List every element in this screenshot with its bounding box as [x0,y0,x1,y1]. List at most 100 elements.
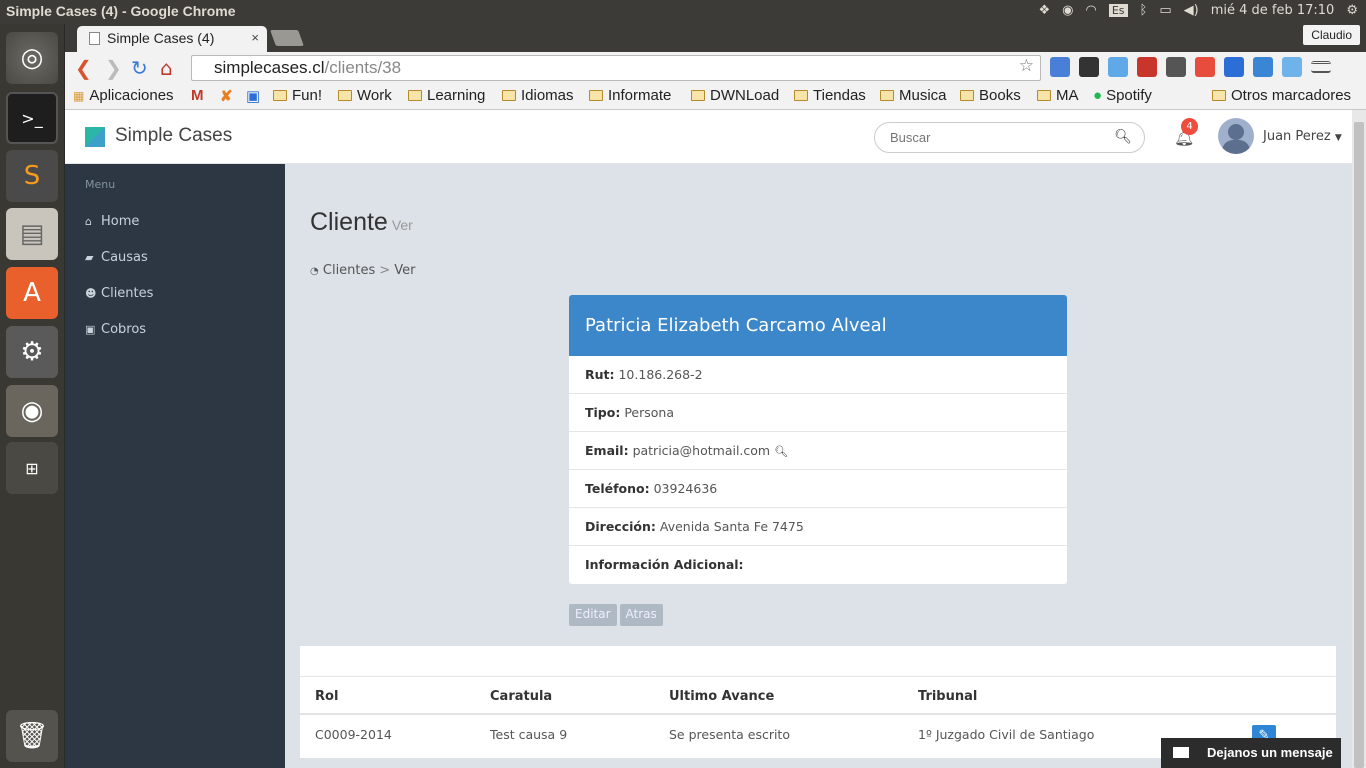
sidebar-item-clientes[interactable]: ☻ Clientes [85,286,153,301]
field-tipo: Tipo: Persona [569,394,1067,432]
t-extension-icon[interactable] [1137,57,1157,77]
bookmark-apps[interactable]: ▦ Aplicaciones [73,87,174,104]
folder-icon [589,90,603,101]
chat-widget[interactable]: Dejanos un mensaje [1161,738,1341,768]
col-ultimo-avance: Ultimo Avance [669,689,775,704]
cloud-extension-icon[interactable] [1282,57,1302,77]
field-direccion: Dirección: Avenida Santa Fe 7475 [569,508,1067,546]
new-tab-button[interactable] [270,30,304,46]
battery-icon[interactable]: ▭ [1159,3,1171,18]
address-bar[interactable]: simplecases.cl/clients/38 ☆ [191,55,1041,81]
cell-tribunal: 1º Juzgado Civil de Santiago [918,727,1095,742]
brand-logo-icon[interactable] [85,127,105,147]
web-page: Simple Cases 🔍︎ 🔔︎ 4 Juan Perez ▼ Menu ⌂… [65,110,1352,768]
breadcrumb-clientes[interactable]: Clientes [323,263,375,278]
volume-icon[interactable]: ◀) [1184,3,1199,18]
back-button[interactable]: Atras [619,604,663,626]
file-manager-icon[interactable]: ▤ [6,208,58,260]
briefcase-icon: ▰ [85,251,94,264]
col-caratula: Caratula [490,689,553,704]
edit-button[interactable]: Editar [569,604,617,626]
drop-extension-icon[interactable] [1253,57,1273,77]
browser-tab[interactable]: Simple Cases (4) × [77,26,267,52]
bookmark-other[interactable]: Otros marcadores [1212,87,1351,104]
scrollbar-thumb[interactable] [1354,122,1364,768]
chrome-launcher-icon[interactable]: ◉ [6,385,58,437]
clock[interactable]: mié 4 de feb 17:10 [1211,3,1335,18]
trash-icon[interactable]: 🗑 [6,710,58,762]
system-settings-icon[interactable]: ⚙ [6,326,58,378]
bluetooth-icon[interactable]: ᛒ [1140,3,1148,18]
search-icon[interactable]: 🔍︎ [1114,129,1132,145]
workspace-switcher-icon[interactable]: ⊞ [6,442,58,494]
search-input[interactable] [890,130,1110,145]
bookmark-tiendas[interactable]: Tiendas [794,87,866,104]
brand-name[interactable]: Simple Cases [115,125,232,147]
url-host: simplecases.cl [214,58,325,77]
wifi-icon[interactable]: ◠ [1086,3,1097,18]
field-telefono: Teléfono: 03924636 [569,470,1067,508]
dashboard-icon: ◔ [310,266,319,277]
bookmark-ma[interactable]: MA [1037,87,1079,104]
sidebar-item-causas[interactable]: ▰ Causas [85,250,148,265]
forward-arrow-icon[interactable]: ❯ [105,56,122,80]
settings-gear-icon[interactable]: ⚙ [1346,3,1358,18]
folder-icon [794,90,808,101]
apps-grid-icon: ▦ [73,89,85,103]
site-bookmark-icon[interactable]: ▣ [246,87,260,105]
back-arrow-icon[interactable]: ❮ [75,56,92,80]
envelope-icon [1173,747,1189,758]
spotify-icon: ● [1093,87,1103,104]
dropbox-icon[interactable]: ❖ [1039,3,1051,18]
field-info-adicional: Información Adicional: [585,557,744,572]
bookmark-spotify[interactable]: ● Spotify [1093,87,1152,104]
x-bookmark-icon[interactable]: ✘ [220,87,233,105]
bookmark-work[interactable]: Work [338,87,392,104]
avatar[interactable] [1218,118,1254,154]
bookmark-musica[interactable]: Musica [880,87,947,104]
search-icon[interactable]: 🔍︎ [774,445,788,458]
plus-extension-icon[interactable] [1195,57,1215,77]
translate-extension-icon[interactable] [1050,57,1070,77]
ubuntu-dash-icon[interactable]: ◎ [6,32,58,84]
bookmark-informate[interactable]: Informate [589,87,671,104]
bookmark-idiomas[interactable]: Idiomas [502,87,574,104]
folder-icon [273,90,287,101]
user-name: Juan Perez [1263,129,1331,144]
chrome-menu-icon[interactable] [1311,61,1331,73]
tab-title: Simple Cases (4) [107,30,215,46]
bookmark-star-icon[interactable]: ☆ [1019,56,1034,76]
delicious-extension-icon[interactable] [1224,57,1244,77]
sidebar-item-home[interactable]: ⌂ Home [85,214,139,229]
breadcrumb: ◔ Clientes > Ver [310,263,416,278]
feather-extension-icon[interactable] [1108,57,1128,77]
kindle-extension-icon[interactable] [1079,57,1099,77]
home-icon[interactable]: ⌂ [160,56,173,80]
folder-icon [960,90,974,101]
notification-badge: 4 [1181,118,1198,135]
bookmark-books[interactable]: Books [960,87,1021,104]
os-top-panel: Simple Cases (4) - Google Chrome ❖ ◉ ◠ E… [0,0,1366,24]
gmail-bookmark-icon[interactable]: M [191,87,204,104]
profile-button[interactable]: Claudio [1303,25,1360,45]
page-title: Cliente Ver [310,208,413,236]
sublime-text-icon[interactable]: S [6,150,58,202]
browser-toolbar: ❮ ❯ ↻ ⌂ simplecases.cl/clients/38 ☆ [65,52,1366,84]
action-buttons: Editar Atras [569,604,663,626]
software-center-icon[interactable]: A [6,267,58,319]
page-scrollbar[interactable] [1352,110,1366,768]
keyboard-layout-badge[interactable]: Es [1108,4,1128,17]
cell-caratula: Test causa 9 [490,727,568,742]
pocket-extension-icon[interactable] [1166,57,1186,77]
bookmark-dwnload[interactable]: DWNLoad [691,87,779,104]
user-menu[interactable]: Juan Perez ▼ [1263,129,1342,144]
reload-icon[interactable]: ↻ [131,56,148,80]
folder-icon [1212,90,1226,101]
chrome-tray-icon[interactable]: ◉ [1062,3,1073,18]
terminal-icon[interactable]: >_ [6,92,58,144]
tab-close-icon[interactable]: × [251,30,259,45]
bookmark-learning[interactable]: Learning [408,87,485,104]
bookmark-fun[interactable]: Fun! [273,87,322,104]
sidebar-item-cobros[interactable]: ▣ Cobros [85,322,146,337]
folder-icon [880,90,894,101]
